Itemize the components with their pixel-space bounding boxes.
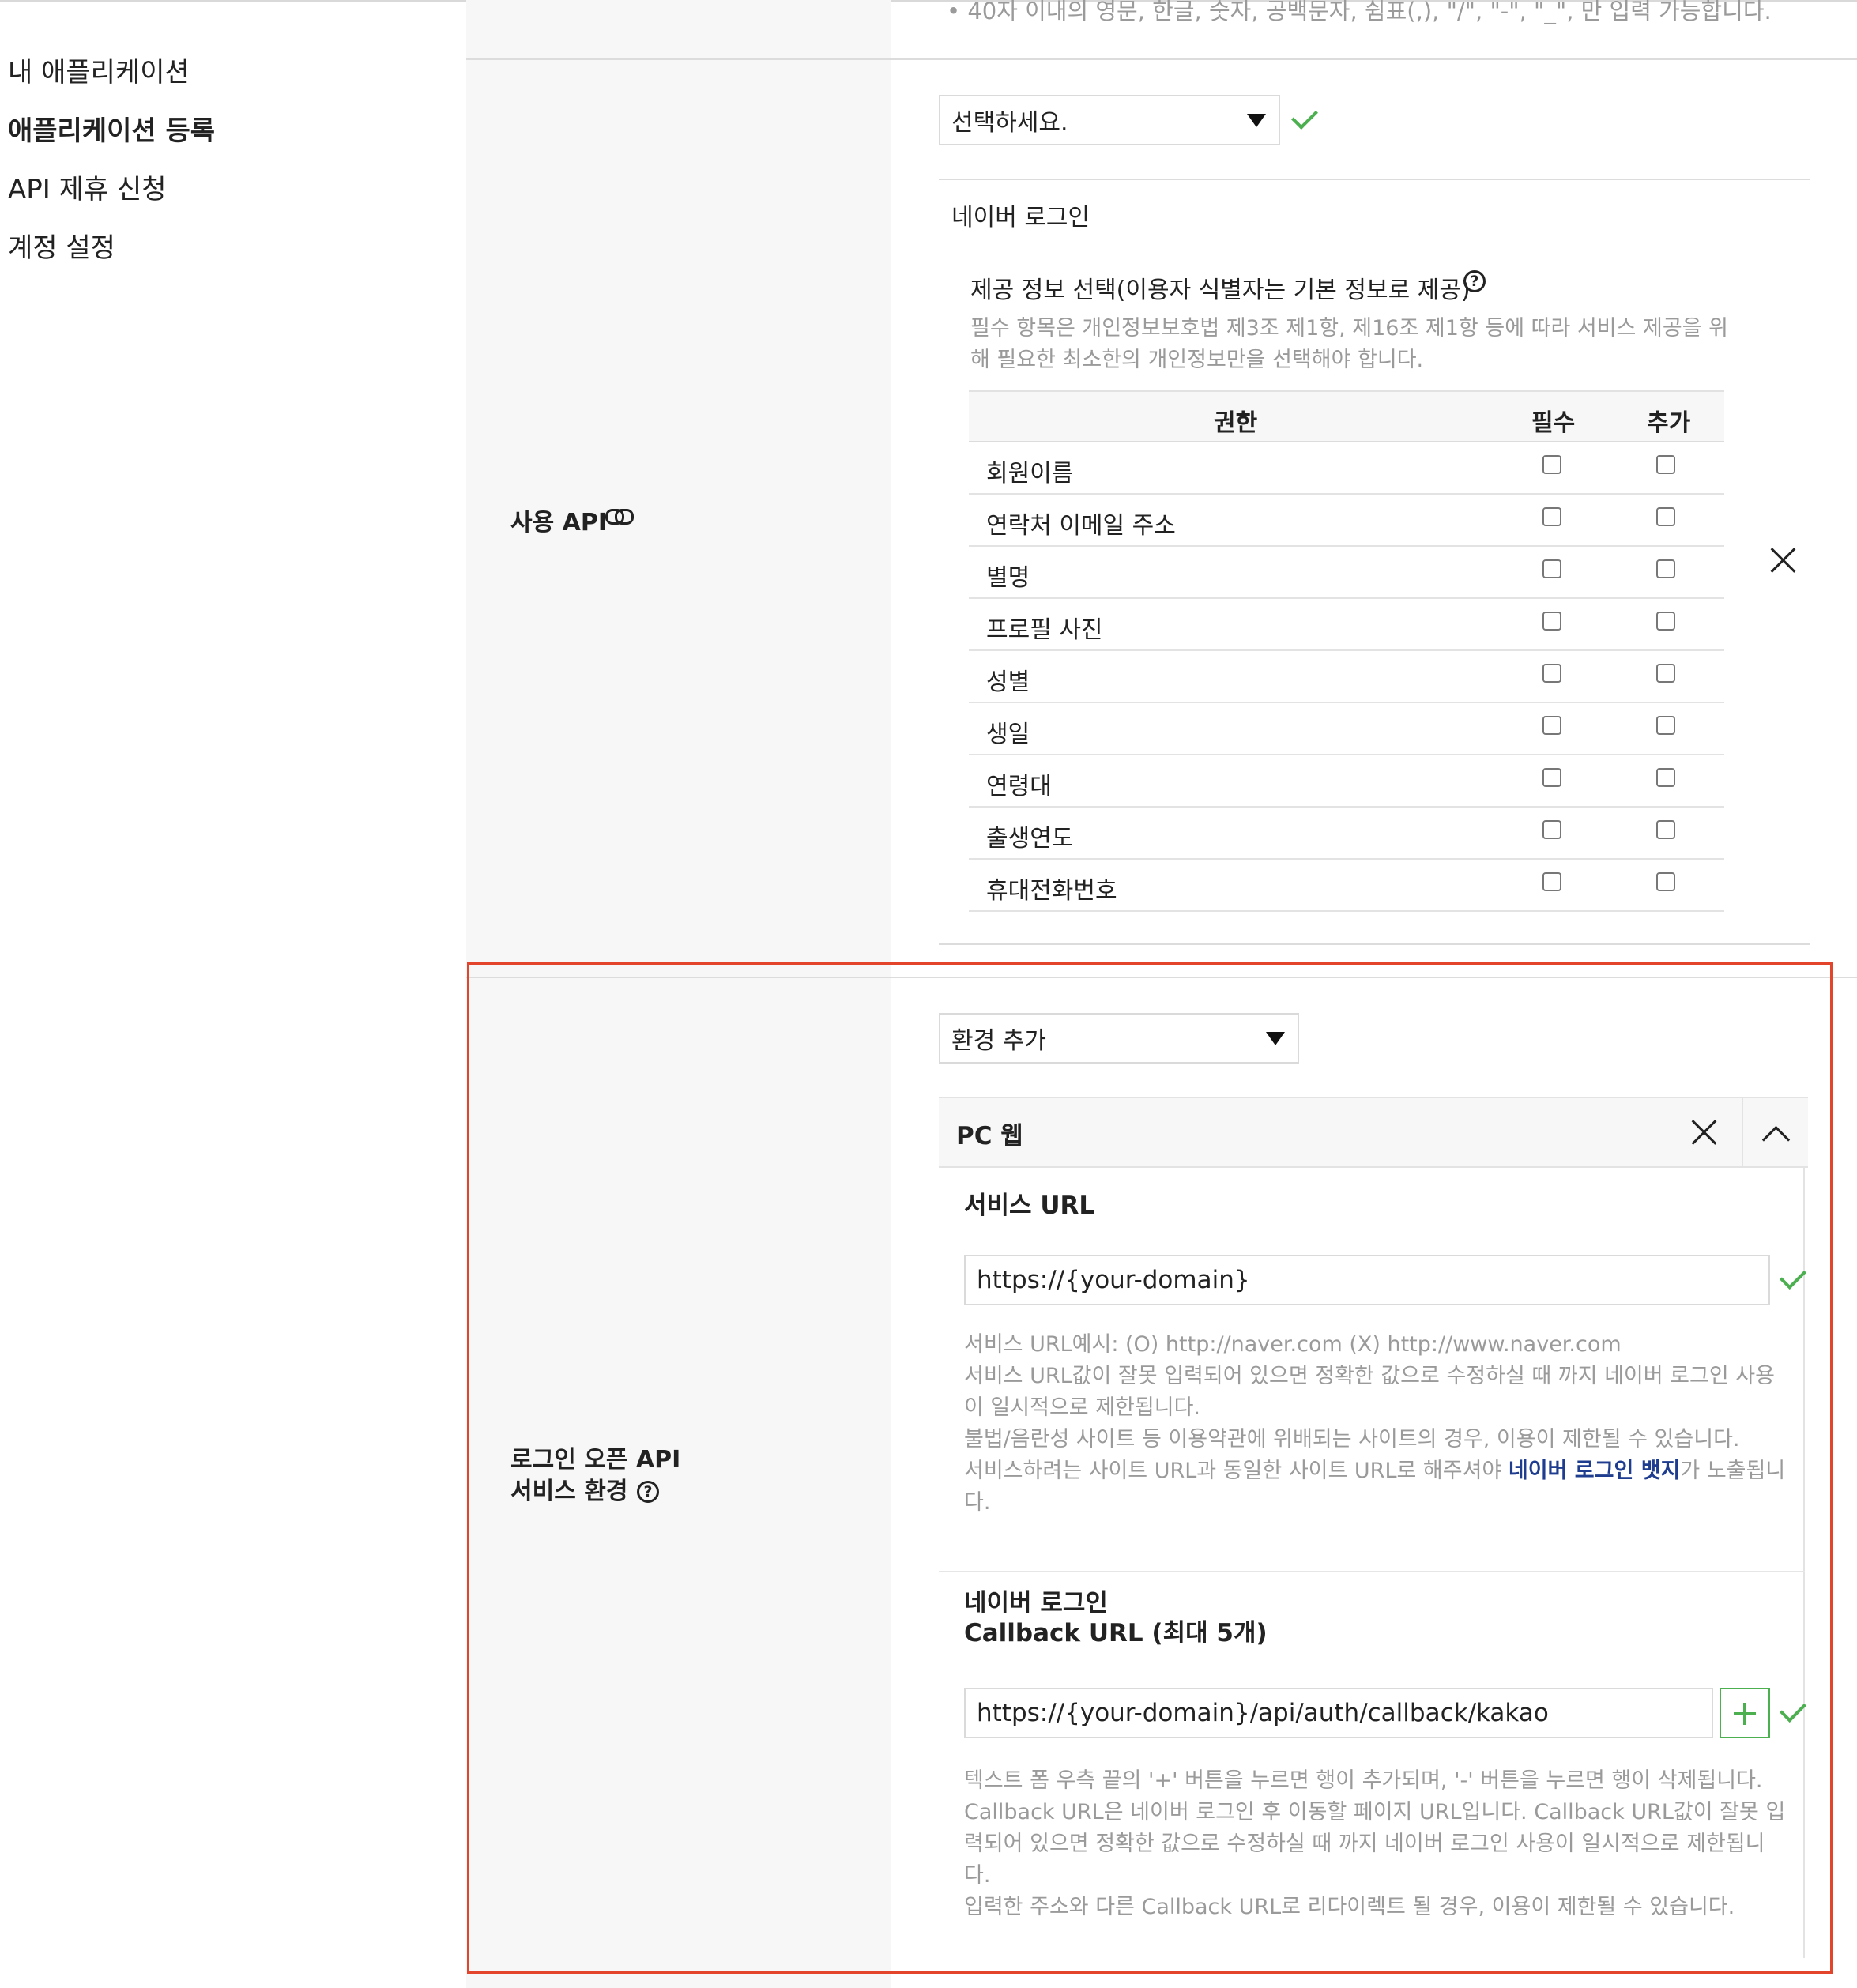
- permission-table-header: 권한 필수 추가: [969, 390, 1724, 442]
- highlight-frame: [467, 962, 1833, 1974]
- api-select[interactable]: 선택하세요.: [939, 95, 1280, 145]
- additional-checkbox[interactable]: [1656, 664, 1675, 683]
- api-select-value: 선택하세요.: [951, 109, 1068, 137]
- nav-account-settings[interactable]: 계정 설정: [8, 226, 115, 265]
- check-icon: [1291, 103, 1318, 130]
- additional-checkbox[interactable]: [1656, 507, 1675, 526]
- api-name: 네이버 로그인: [951, 204, 1090, 232]
- required-checkbox[interactable]: [1542, 820, 1561, 839]
- permission-label: 연령대: [986, 773, 1052, 800]
- additional-checkbox[interactable]: [1656, 559, 1675, 578]
- permission-row: 생일: [969, 703, 1724, 755]
- required-checkbox[interactable]: [1542, 612, 1561, 631]
- required-checkbox[interactable]: [1542, 507, 1561, 526]
- additional-checkbox[interactable]: [1656, 768, 1675, 787]
- additional-checkbox[interactable]: [1656, 716, 1675, 735]
- additional-checkbox[interactable]: [1656, 612, 1675, 631]
- required-checkbox[interactable]: [1542, 559, 1561, 578]
- required-checkbox[interactable]: [1542, 664, 1561, 683]
- permission-label: 생일: [986, 721, 1030, 748]
- required-checkbox[interactable]: [1542, 716, 1561, 735]
- col-additional: 추가: [1647, 409, 1691, 437]
- permission-row: 별명: [969, 547, 1724, 599]
- info-help-line1: 필수 항목은 개인정보보호법 제3조 제1항, 제16조 제1항 등에 따라 서…: [970, 316, 1728, 341]
- col-required: 필수: [1531, 409, 1576, 437]
- permission-row: 성별: [969, 651, 1724, 703]
- permission-label: 회원이름: [986, 460, 1074, 488]
- help-icon[interactable]: ?: [1463, 270, 1486, 292]
- nav-api-partnership[interactable]: API 제휴 신청: [8, 168, 167, 206]
- permission-label: 별명: [986, 564, 1030, 592]
- api-bottom-divider: [939, 943, 1810, 945]
- permission-label: 프로필 사진: [986, 616, 1103, 644]
- additional-checkbox[interactable]: [1656, 455, 1675, 474]
- info-help-line2: 해 필요한 최소한의 개인정보만을 선택해야 합니다.: [970, 348, 1424, 372]
- additional-checkbox[interactable]: [1656, 872, 1675, 891]
- permission-label: 성별: [986, 668, 1030, 696]
- required-checkbox[interactable]: [1542, 768, 1561, 787]
- chevron-down-icon: [1247, 114, 1266, 127]
- api-divider: [939, 179, 1810, 180]
- api-section-label: 사용 API: [510, 503, 634, 537]
- info-select-title: 제공 정보 선택(이용자 식별자는 기본 정보로 제공): [970, 277, 1471, 304]
- permission-label: 휴대전화번호: [986, 877, 1117, 905]
- link-icon[interactable]: [605, 509, 634, 525]
- permission-row: 연락처 이메일 주소: [969, 495, 1724, 547]
- nav-register-application[interactable]: 애플리케이션 등록: [8, 109, 215, 148]
- section-divider: [466, 58, 1857, 60]
- required-checkbox[interactable]: [1542, 455, 1561, 474]
- permission-label: 출생연도: [986, 825, 1074, 853]
- permission-row: 출생연도: [969, 808, 1724, 860]
- permission-row: 휴대전화번호: [969, 860, 1724, 912]
- additional-checkbox[interactable]: [1656, 820, 1675, 839]
- permission-row: 연령대: [969, 755, 1724, 808]
- required-checkbox[interactable]: [1542, 872, 1561, 891]
- nav-my-applications[interactable]: 내 애플리케이션: [8, 51, 190, 89]
- permission-row: 회원이름: [969, 442, 1724, 495]
- app-name-rule-note: • 40자 이내의 영문, 한글, 숫자, 공백문자, 쉼표(,), "/", …: [947, 0, 1772, 24]
- close-icon[interactable]: [1770, 547, 1797, 574]
- permission-label: 연락처 이메일 주소: [986, 512, 1176, 540]
- api-section-label-text: 사용 API: [510, 509, 608, 537]
- col-permission: 권한: [1214, 409, 1258, 437]
- permission-row: 프로필 사진: [969, 599, 1724, 651]
